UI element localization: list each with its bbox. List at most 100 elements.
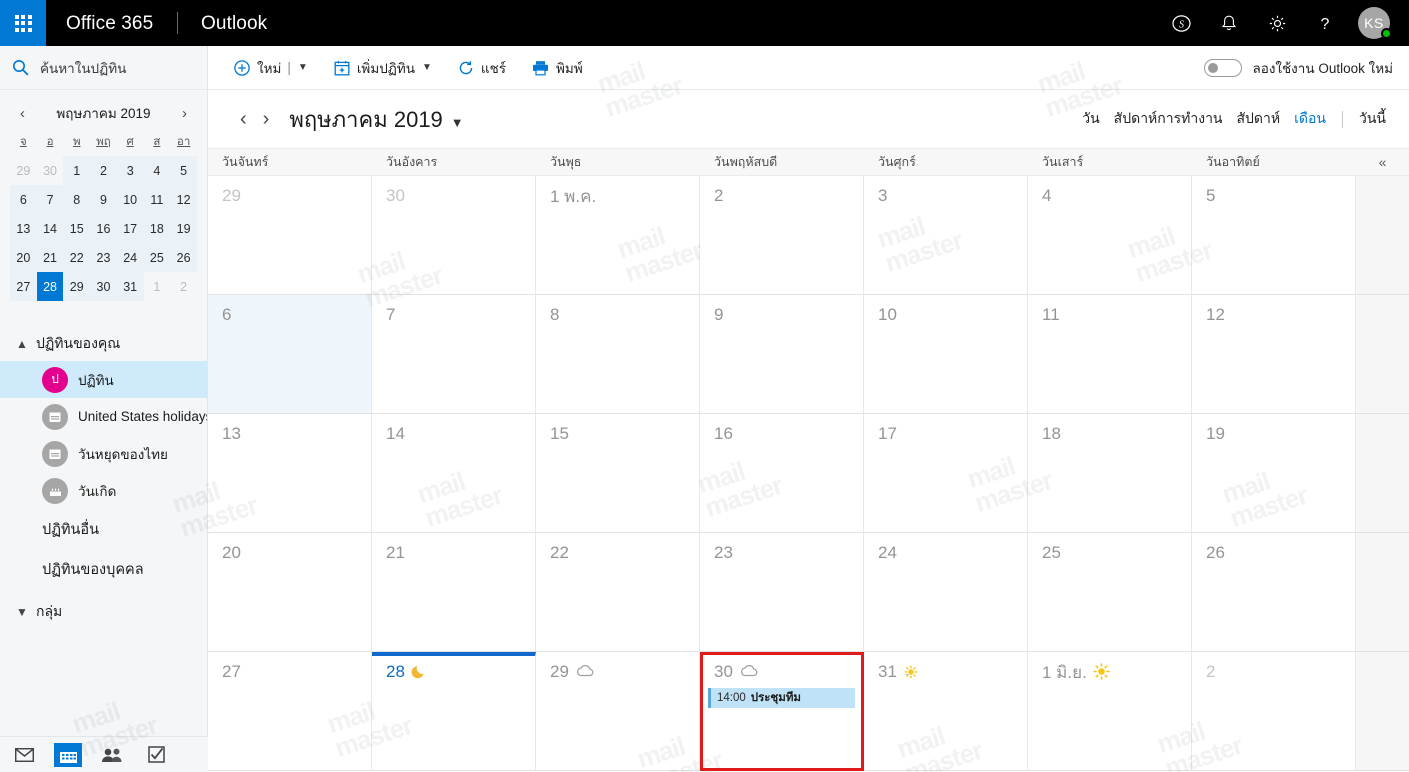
calendar-day-cell[interactable]: 27 — [208, 652, 372, 771]
help-question-icon[interactable]: ? — [1301, 0, 1349, 46]
calendar-day-cell[interactable]: 23 — [700, 533, 864, 652]
people-icon[interactable] — [98, 743, 126, 767]
mini-calendar-day[interactable]: 1 — [144, 272, 171, 301]
calendar-day-cell[interactable]: 10 — [864, 295, 1028, 414]
suite-name[interactable]: Office 365 — [66, 13, 153, 34]
calendar-day-cell[interactable]: 30 — [372, 176, 536, 295]
mini-calendar-day[interactable]: 2 — [170, 272, 197, 301]
people-calendars-item[interactable]: ปฏิทินของบุคคล — [0, 549, 207, 589]
mini-calendar-day[interactable]: 19 — [170, 214, 197, 243]
calendar-day-cell[interactable]: 28 — [372, 652, 536, 771]
mini-calendar-day[interactable]: 10 — [116, 185, 144, 214]
calendar-list-item[interactable]: วันหยุดของไทย — [0, 435, 207, 472]
calendar-day-cell[interactable]: 12 — [1192, 295, 1356, 414]
mini-calendar-day[interactable]: 29 — [10, 156, 37, 185]
calendar-day-cell[interactable]: 18 — [1028, 414, 1192, 533]
app-name[interactable]: Outlook — [201, 13, 267, 34]
app-launcher-icon[interactable] — [0, 0, 46, 46]
mini-calendar-day[interactable]: 4 — [143, 156, 171, 185]
calendar-day-cell[interactable]: 2 — [1192, 652, 1356, 771]
mini-calendar-day[interactable]: 28 — [36, 272, 64, 301]
mini-calendar-day[interactable]: 17 — [116, 214, 144, 243]
calendar-day-cell[interactable]: 26 — [1192, 533, 1356, 652]
previous-month-button[interactable]: ‹ — [232, 108, 255, 131]
mini-calendar-day[interactable]: 18 — [143, 214, 171, 243]
mini-calendar-next-button[interactable]: › — [176, 103, 193, 124]
mini-calendar-day[interactable]: 24 — [116, 243, 144, 272]
calendar-day-cell[interactable]: 29 — [536, 652, 700, 771]
calendar-day-cell[interactable]: 6 — [208, 295, 372, 414]
print-button[interactable]: พิมพ์ — [532, 46, 583, 90]
mini-calendar-title[interactable]: พฤษภาคม 2019 — [56, 102, 150, 124]
calendar-day-cell[interactable]: 4 — [1028, 176, 1192, 295]
calendar-day-cell[interactable]: 24 — [864, 533, 1028, 652]
mini-calendar-day[interactable]: 14 — [36, 214, 64, 243]
settings-gear-icon[interactable] — [1253, 0, 1301, 46]
view-work-week[interactable]: สัปดาห์การทำงาน — [1107, 108, 1230, 130]
mini-calendar-day[interactable]: 21 — [36, 243, 64, 272]
today-button[interactable]: วันนี้ — [1352, 108, 1393, 130]
mini-calendar-day[interactable]: 1 — [63, 156, 91, 185]
calendar-day-cell[interactable]: 25 — [1028, 533, 1192, 652]
search-input[interactable]: ค้นหาในปฏิทิน — [0, 46, 207, 90]
view-month[interactable]: เดือน — [1287, 108, 1333, 130]
calendar-day-cell[interactable]: 15 — [536, 414, 700, 533]
calendar-event[interactable]: 14:00 ประชุมทีม — [708, 688, 855, 708]
mini-calendar-day[interactable]: 26 — [170, 243, 197, 272]
calendar-day-cell[interactable]: 7 — [372, 295, 536, 414]
calendar-day-cell[interactable]: 20 — [208, 533, 372, 652]
mini-calendar-day[interactable]: 8 — [63, 185, 91, 214]
calendar-day-cell[interactable]: 8 — [536, 295, 700, 414]
mini-calendar-day[interactable]: 2 — [90, 156, 117, 185]
tasks-icon[interactable] — [142, 743, 170, 767]
calendar-day-cell[interactable]: 17 — [864, 414, 1028, 533]
mini-calendar-day[interactable]: 3 — [116, 156, 144, 185]
your-calendars-group-header[interactable]: ▲ ปฏิทินของคุณ — [0, 327, 207, 361]
notifications-bell-icon[interactable] — [1205, 0, 1253, 46]
calendar-list-item[interactable]: United States holidays — [0, 398, 207, 435]
mini-calendar-day[interactable]: 31 — [116, 272, 144, 301]
calendar-day-cell[interactable]: 30 14:00 ประชุมทีม — [700, 652, 864, 771]
mini-calendar-day[interactable]: 25 — [143, 243, 171, 272]
calendar-day-cell[interactable]: 1 มิ.ย. — [1028, 652, 1192, 771]
mini-calendar-day[interactable]: 6 — [10, 185, 37, 214]
mini-calendar-day[interactable]: 5 — [170, 156, 197, 185]
calendar-day-cell[interactable]: 16 — [700, 414, 864, 533]
mini-calendar-day[interactable]: 15 — [63, 214, 91, 243]
mail-icon[interactable] — [10, 743, 38, 767]
calendar-day-cell[interactable]: 21 — [372, 533, 536, 652]
groups-group-header[interactable]: ▼ กลุ่ม — [0, 595, 207, 629]
mini-calendar-day[interactable]: 11 — [143, 185, 171, 214]
skype-icon[interactable]: S — [1157, 0, 1205, 46]
page-title[interactable]: พฤษภาคม 2019 ▼ — [289, 102, 463, 137]
avatar[interactable]: KS — [1349, 0, 1399, 46]
new-event-button[interactable]: ใหม่ | ▼ — [234, 46, 308, 90]
mini-calendar-day[interactable]: 27 — [10, 272, 37, 301]
next-month-button[interactable]: › — [255, 108, 278, 131]
calendar-day-cell[interactable]: 3 — [864, 176, 1028, 295]
mini-calendar-day[interactable]: 20 — [10, 243, 37, 272]
mini-calendar-day[interactable]: 9 — [90, 185, 117, 214]
mini-calendar-day[interactable]: 12 — [170, 185, 197, 214]
mini-calendar-day[interactable]: 16 — [90, 214, 117, 243]
calendar-day-cell[interactable]: 2 — [700, 176, 864, 295]
mini-calendar-day[interactable]: 30 — [90, 272, 117, 301]
calendar-day-cell[interactable]: 9 — [700, 295, 864, 414]
mini-calendar-day[interactable]: 13 — [10, 214, 37, 243]
calendar-day-cell[interactable]: 14 — [372, 414, 536, 533]
calendar-day-cell[interactable]: 13 — [208, 414, 372, 533]
mini-calendar-day[interactable]: 30 — [37, 156, 64, 185]
mini-calendar-day[interactable]: 22 — [63, 243, 91, 272]
mini-calendar-prev-button[interactable]: ‹ — [14, 103, 31, 124]
calendar-day-cell[interactable]: 19 — [1192, 414, 1356, 533]
chevron-down-icon[interactable]: ▼ — [298, 62, 308, 73]
calendar-day-cell[interactable]: 11 — [1028, 295, 1192, 414]
chevron-double-left-icon[interactable]: « — [1356, 149, 1409, 175]
calendar-day-cell[interactable]: 1 พ.ค. — [536, 176, 700, 295]
try-new-outlook-toggle[interactable]: ลองใช้งาน Outlook ใหม่ — [1204, 57, 1409, 79]
calendar-day-cell[interactable]: 29 — [208, 176, 372, 295]
other-calendars-item[interactable]: ปฏิทินอื่น — [0, 509, 207, 549]
calendar-day-cell[interactable]: 5 — [1192, 176, 1356, 295]
calendar-list-item[interactable]: วันเกิด — [0, 472, 207, 509]
calendar-list-item[interactable]: ป ปฏิทิน — [0, 361, 207, 398]
